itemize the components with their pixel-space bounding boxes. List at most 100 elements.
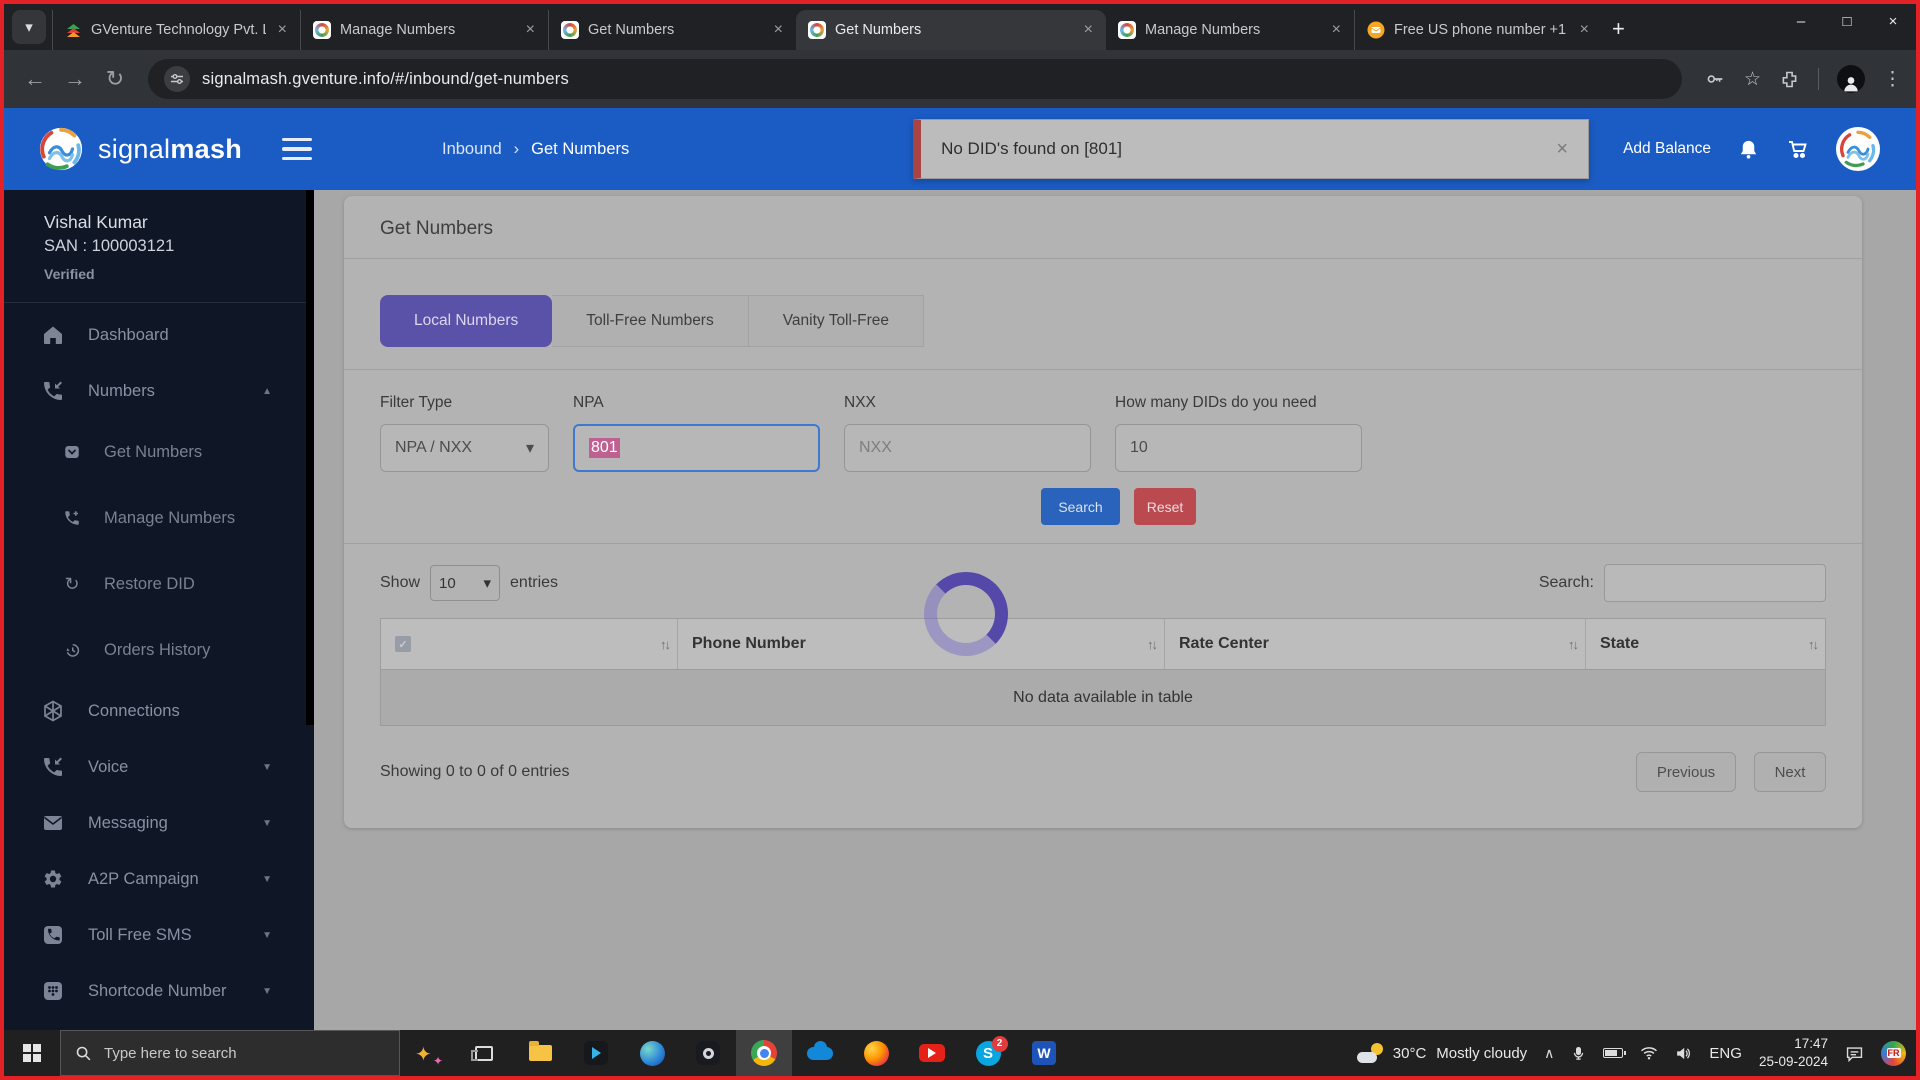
nxx-input[interactable]: NXX	[844, 424, 1091, 472]
column-rate-center[interactable]: Rate Center ↑↓	[1164, 619, 1585, 669]
youtube-icon[interactable]	[904, 1030, 960, 1076]
next-button[interactable]: Next	[1754, 752, 1826, 792]
close-icon[interactable]: ×	[771, 21, 786, 39]
microphone-icon[interactable]	[1571, 1045, 1586, 1062]
forward-icon[interactable]: →	[58, 66, 92, 92]
sidebar-item-restore-did[interactable]: ↻ Restore DID	[4, 551, 314, 617]
action-center-icon[interactable]	[1845, 1045, 1864, 1062]
browser-tab-get-numbers-active[interactable]: Get Numbers ×	[796, 10, 1106, 50]
npa-input[interactable]: 801	[573, 424, 820, 472]
table-search-input[interactable]	[1604, 564, 1826, 602]
close-window-button[interactable]: ×	[1870, 4, 1916, 38]
chrome-icon[interactable]	[736, 1030, 792, 1076]
close-icon[interactable]: ×	[1329, 21, 1344, 39]
reload-icon[interactable]: ↻	[98, 66, 132, 92]
weather-widget[interactable]: 30°C Mostly cloudy	[1357, 1043, 1527, 1063]
firefox-icon[interactable]	[848, 1030, 904, 1076]
nxx-label: NXX	[844, 394, 1091, 412]
sidebar-item-orders-history[interactable]: Orders History	[4, 617, 314, 683]
media-player-icon[interactable]	[568, 1030, 624, 1076]
wifi-icon[interactable]	[1640, 1046, 1658, 1060]
tab-title: Manage Numbers	[340, 22, 514, 38]
search-button[interactable]: Search	[1041, 488, 1120, 525]
sort-icon[interactable]: ↑↓	[1147, 637, 1156, 652]
tray-chevron-up-icon[interactable]: ∧	[1544, 1045, 1554, 1062]
close-icon[interactable]: ×	[523, 21, 538, 39]
volume-icon[interactable]	[1675, 1046, 1692, 1061]
reset-button[interactable]: Reset	[1134, 488, 1196, 525]
recorder-icon[interactable]: FR	[1881, 1041, 1906, 1066]
column-phone-number[interactable]: Phone Number ↑↓	[677, 619, 1164, 669]
sidebar-item-get-numbers[interactable]: Get Numbers	[4, 419, 314, 485]
brand[interactable]: signalmash	[4, 126, 276, 172]
start-button[interactable]	[4, 1030, 60, 1076]
search-icon	[75, 1045, 92, 1062]
sidebar-item-messaging[interactable]: Messaging ▼	[4, 795, 314, 851]
notifications-bell-icon[interactable]	[1737, 138, 1760, 161]
edge-icon[interactable]	[624, 1030, 680, 1076]
sort-icon[interactable]: ↑↓	[1808, 637, 1817, 652]
sidebar-item-shortcode-number[interactable]: Shortcode Number ▼	[4, 963, 314, 1019]
copilot-sparkle-icon[interactable]: ✦✦	[400, 1030, 456, 1076]
address-bar[interactable]: signalmash.gventure.info/#/inbound/get-n…	[148, 59, 1682, 99]
account-avatar[interactable]	[1836, 127, 1880, 171]
browser-menu-icon[interactable]: ⋮	[1883, 68, 1902, 91]
language-indicator[interactable]: ENG	[1709, 1045, 1742, 1062]
header-actions: Add Balance	[1623, 127, 1916, 171]
sidebar-item-dashboard[interactable]: Dashboard	[4, 307, 314, 363]
minimize-button[interactable]: –	[1778, 4, 1824, 38]
browser-tab-manage-numbers-1[interactable]: Manage Numbers ×	[300, 10, 548, 50]
taskbar-clock[interactable]: 17:47 25-09-2024	[1759, 1035, 1828, 1070]
battery-icon[interactable]	[1603, 1048, 1623, 1058]
breadcrumb-page: Get Numbers	[531, 140, 629, 159]
sort-icon[interactable]: ↑↓	[660, 637, 669, 652]
file-explorer-icon[interactable]	[512, 1030, 568, 1076]
menu-hamburger-icon[interactable]	[282, 138, 312, 161]
task-view-icon[interactable]	[456, 1030, 512, 1076]
filter-type-select[interactable]: NPA / NXX ▾	[380, 424, 549, 472]
sidebar-scrollbar[interactable]	[306, 190, 314, 725]
close-icon[interactable]: ×	[1577, 21, 1592, 39]
maximize-button[interactable]: □	[1824, 4, 1870, 38]
chevron-down-icon: ▾	[25, 18, 33, 36]
onedrive-cloud-icon[interactable]	[792, 1030, 848, 1076]
tab-toll-free-numbers[interactable]: Toll-Free Numbers	[552, 295, 748, 347]
sidebar-item-toll-free-sms[interactable]: Toll Free SMS ▼	[4, 907, 314, 963]
site-settings-icon[interactable]	[164, 66, 190, 92]
column-state[interactable]: State ↑↓	[1585, 619, 1825, 669]
bookmark-star-icon[interactable]: ☆	[1744, 68, 1761, 91]
sort-icon[interactable]: ↑↓	[1568, 637, 1577, 652]
sidebar-item-voice[interactable]: Voice ▼	[4, 739, 314, 795]
tab-local-numbers[interactable]: Local Numbers	[380, 295, 552, 347]
page-size-select[interactable]: 10 ▾	[430, 565, 500, 601]
browser-tab-gventure[interactable]: GVenture Technology Pvt. L ×	[52, 10, 300, 50]
cart-icon[interactable]	[1786, 137, 1810, 161]
word-icon[interactable]: W	[1016, 1030, 1072, 1076]
dids-input[interactable]: 10	[1115, 424, 1362, 472]
passwords-key-icon[interactable]	[1704, 68, 1726, 90]
select-all-checkbox[interactable]: ✓	[395, 636, 411, 652]
new-tab-button[interactable]: +	[1612, 16, 1625, 42]
browser-tab-get-numbers-1[interactable]: Get Numbers ×	[548, 10, 796, 50]
skype-icon[interactable]: S2	[960, 1030, 1016, 1076]
add-balance-button[interactable]: Add Balance	[1623, 140, 1711, 158]
tab-search-button[interactable]: ▾	[12, 10, 46, 44]
sidebar-item-numbers[interactable]: Numbers ▲	[4, 363, 314, 419]
close-icon[interactable]: ×	[275, 21, 290, 39]
taskbar-search[interactable]: Type here to search	[60, 1030, 400, 1076]
alert-close-icon[interactable]: ×	[1556, 138, 1568, 161]
obs-icon[interactable]	[680, 1030, 736, 1076]
close-icon[interactable]: ×	[1081, 21, 1096, 39]
sidebar-item-manage-numbers[interactable]: Manage Numbers	[4, 485, 314, 551]
browser-tab-free-us-number[interactable]: Free US phone number +1 ×	[1354, 10, 1602, 50]
profile-avatar-icon[interactable]	[1837, 65, 1865, 93]
breadcrumb-section[interactable]: Inbound	[442, 140, 502, 159]
tab-vanity-toll-free[interactable]: Vanity Toll-Free	[749, 295, 924, 347]
history-icon	[62, 641, 82, 659]
previous-button[interactable]: Previous	[1636, 752, 1736, 792]
extensions-icon[interactable]	[1779, 69, 1800, 90]
sidebar-item-connections[interactable]: Connections	[4, 683, 314, 739]
back-icon[interactable]: ←	[18, 66, 52, 92]
sidebar-item-a2p-campaign[interactable]: A2P Campaign ▼	[4, 851, 314, 907]
browser-tab-manage-numbers-2[interactable]: Manage Numbers ×	[1106, 10, 1354, 50]
